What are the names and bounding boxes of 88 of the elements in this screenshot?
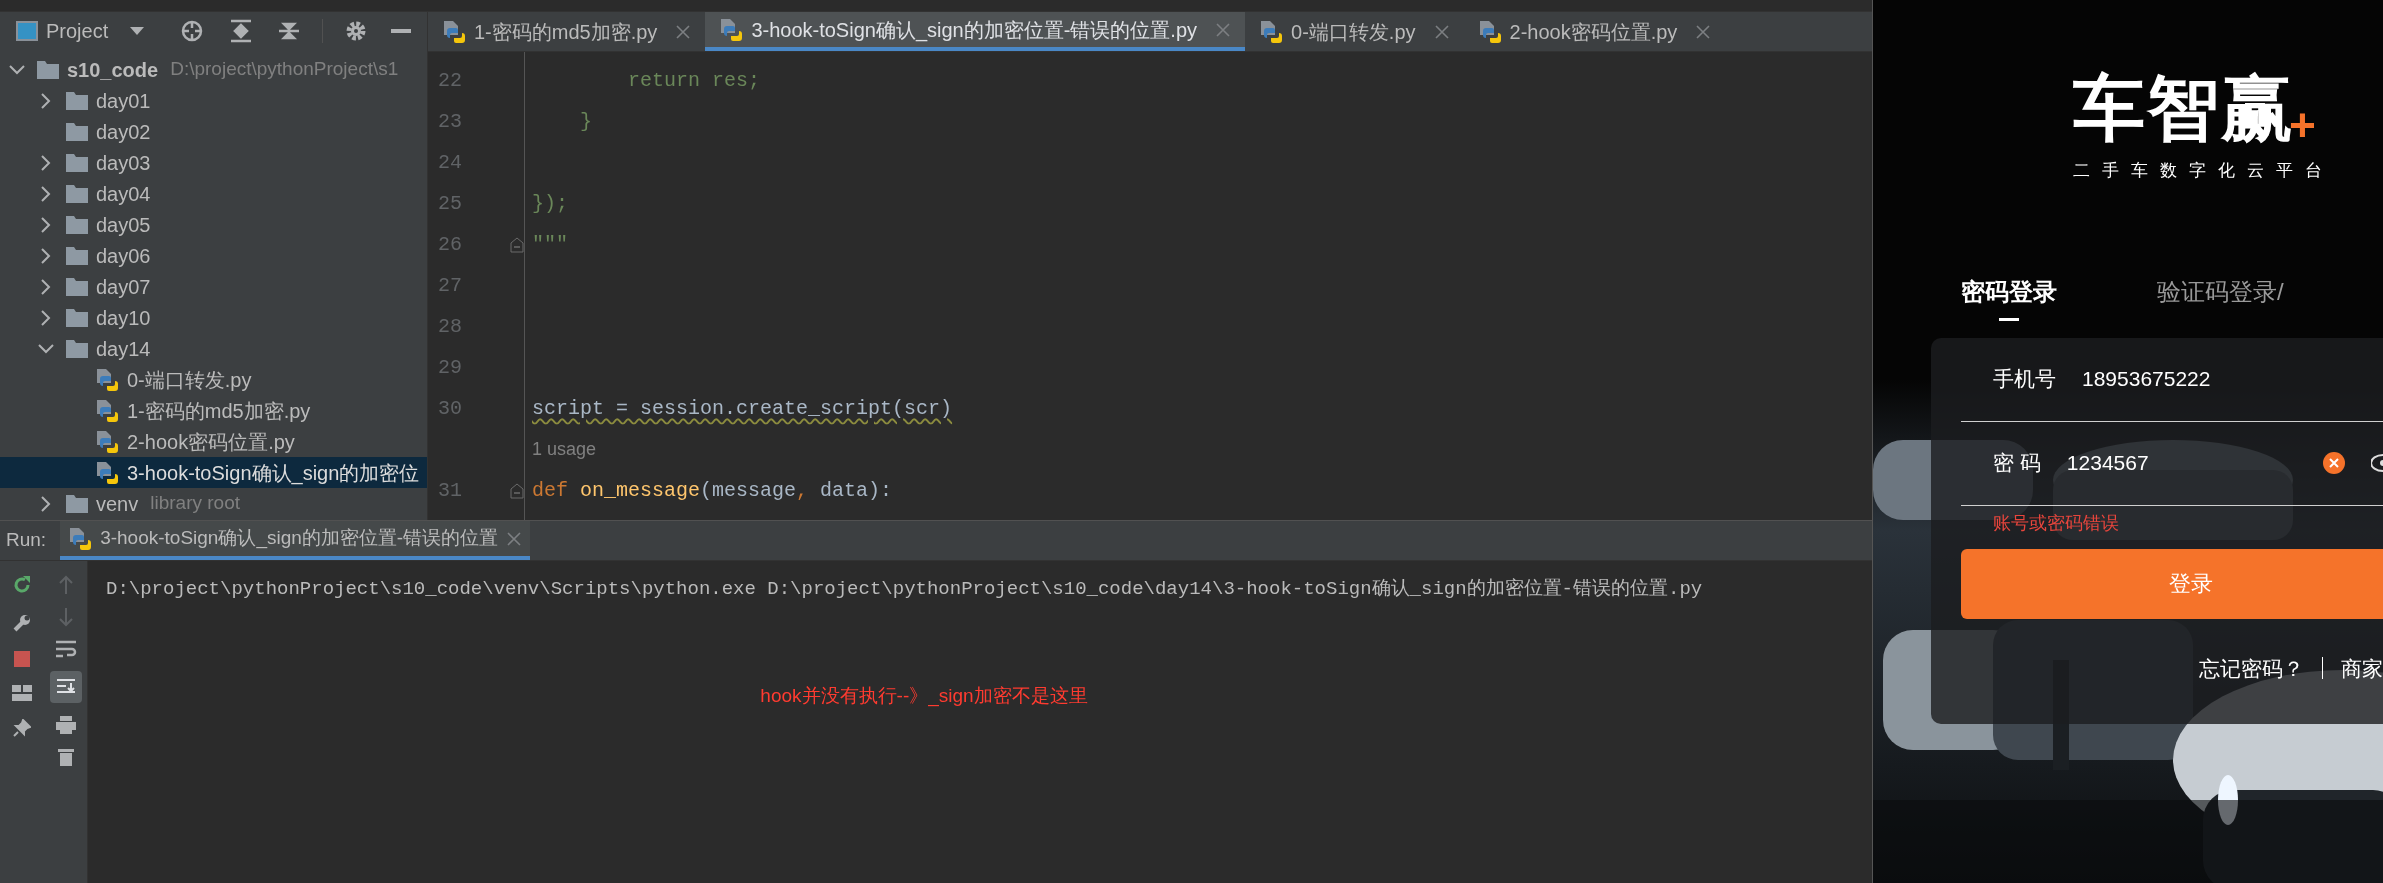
folder-icon — [66, 90, 88, 111]
python-file-icon — [68, 525, 93, 552]
python-file-icon — [95, 459, 119, 486]
folder-icon — [66, 152, 88, 173]
line-number: 27 — [437, 272, 463, 299]
folder-icon — [37, 59, 59, 80]
folder-icon — [66, 183, 88, 204]
expand-all-icon[interactable] — [230, 19, 252, 43]
code-line: return res; — [627, 67, 761, 94]
eye-icon[interactable] — [2371, 454, 2383, 472]
line-number: 29 — [437, 354, 463, 381]
console-command: D:\project\pythonProject\s10_code\venv\Scripts\python.exe D:\project\pythonProject\s10_code\day14\3-hook-toSign确认_sign的加密位置-错误的位置.py — [106, 577, 1704, 602]
tree-item[interactable]: day06 — [0, 240, 427, 271]
python-file-icon — [1259, 18, 1284, 45]
code-line: } — [579, 108, 592, 135]
tree-item[interactable]: 1-密码的md5加密.py — [0, 395, 427, 426]
login-button[interactable]: 登录 — [1961, 548, 2383, 619]
python-file-icon — [95, 428, 119, 455]
tree-item[interactable]: day10 — [0, 302, 427, 333]
rerun-icon[interactable] — [12, 575, 32, 595]
wrap-icon[interactable] — [54, 639, 77, 659]
console-annotation: hook并没有执行--》_sign加密不是这里 — [760, 683, 1088, 709]
usage-hint[interactable]: 1 usage — [532, 436, 597, 463]
layout-icon[interactable] — [12, 685, 32, 701]
tree-item[interactable]: day02 — [0, 116, 427, 147]
folder-icon — [66, 121, 88, 142]
close-icon[interactable] — [1433, 23, 1450, 40]
tree-item[interactable]: day14 — [0, 333, 427, 364]
editor-tab[interactable]: 3-hook-toSign确认_sign的加密位置-错误的位置.py — [705, 12, 1246, 51]
run-tab[interactable]: 3-hook-toSign确认_sign的加密位置-错误的位置 — [60, 521, 531, 560]
line-number: 25 — [437, 190, 463, 217]
tree-item[interactable]: 2-hook密码位置.py — [0, 426, 427, 457]
tree-item[interactable]: day03 — [0, 147, 427, 178]
panel-title[interactable]: Project — [46, 16, 109, 46]
folder-icon — [66, 214, 88, 235]
line-number: 22 — [437, 67, 463, 94]
python-file-icon — [719, 16, 744, 43]
tree-item[interactable]: venv library root — [0, 488, 427, 519]
print-icon[interactable] — [54, 715, 77, 735]
error-message: 账号或密码错误 — [1992, 511, 2120, 535]
code-line: script = session.create_script(scr) — [532, 395, 953, 422]
tree-item[interactable]: day07 — [0, 271, 427, 302]
login-tab[interactable]: 密码登录 — [1961, 273, 2057, 322]
editor-tab[interactable]: 2-hook密码位置.py — [1463, 12, 1726, 51]
folder-icon — [66, 245, 88, 266]
editor-tab[interactable]: 0-端口转发.py — [1245, 12, 1464, 51]
close-icon[interactable] — [1695, 23, 1712, 40]
line-number: 23 — [437, 108, 463, 135]
input-field[interactable]: 手机号 18953675222 — [1961, 337, 2383, 422]
clear-icon[interactable] — [2323, 452, 2345, 474]
python-file-icon — [95, 397, 119, 424]
tree-item[interactable]: day05 — [0, 209, 427, 240]
python-file-icon — [95, 366, 119, 393]
folder-icon — [66, 493, 88, 514]
link[interactable]: 商家 — [2341, 652, 2383, 684]
pin-icon[interactable] — [13, 719, 31, 737]
logo-tagline: 二手车数字化云平台 — [2073, 160, 2334, 182]
tree-item[interactable]: 3-hook-toSign确认_sign的加密位 — [0, 457, 427, 488]
tree-item[interactable]: day04 — [0, 178, 427, 209]
folder-icon — [66, 276, 88, 297]
login-tab[interactable]: 验证码登录/ — [2157, 273, 2284, 322]
tree-item[interactable]: day01 — [0, 85, 427, 116]
python-file-icon — [1477, 18, 1502, 45]
line-number: 28 — [437, 313, 463, 340]
settings-icon[interactable] — [345, 20, 367, 42]
project-icon — [16, 21, 38, 41]
code-line: """ — [532, 231, 568, 258]
tree-item[interactable]: s10_code D:\project\pythonProject\s1 — [0, 54, 427, 85]
line-number: 26 — [437, 231, 463, 258]
code-line: def on_message(message, data): — [532, 477, 893, 504]
scroll-to-end-button[interactable] — [49, 671, 82, 703]
panel-title: Run: — [6, 528, 47, 553]
tree-item[interactable]: 0-端口转发.py — [0, 364, 427, 395]
line-number: 30 — [437, 395, 463, 422]
close-icon[interactable] — [675, 23, 692, 40]
dropdown-icon[interactable] — [130, 26, 145, 36]
code-line: }); — [532, 190, 568, 217]
locate-icon[interactable] — [180, 19, 204, 43]
python-file-icon — [442, 18, 466, 45]
line-number: 31 — [437, 477, 463, 504]
trash-icon[interactable] — [56, 747, 75, 767]
folder-icon — [66, 338, 88, 359]
input-field[interactable]: 密 码 1234567 — [1961, 421, 2383, 506]
folder-icon — [66, 307, 88, 328]
editor-tab[interactable]: 1-密码的md5加密.py — [428, 12, 706, 51]
line-number: 24 — [437, 149, 463, 176]
link[interactable]: 忘记密码？ — [2199, 652, 2304, 684]
wrench-icon[interactable] — [12, 613, 32, 633]
